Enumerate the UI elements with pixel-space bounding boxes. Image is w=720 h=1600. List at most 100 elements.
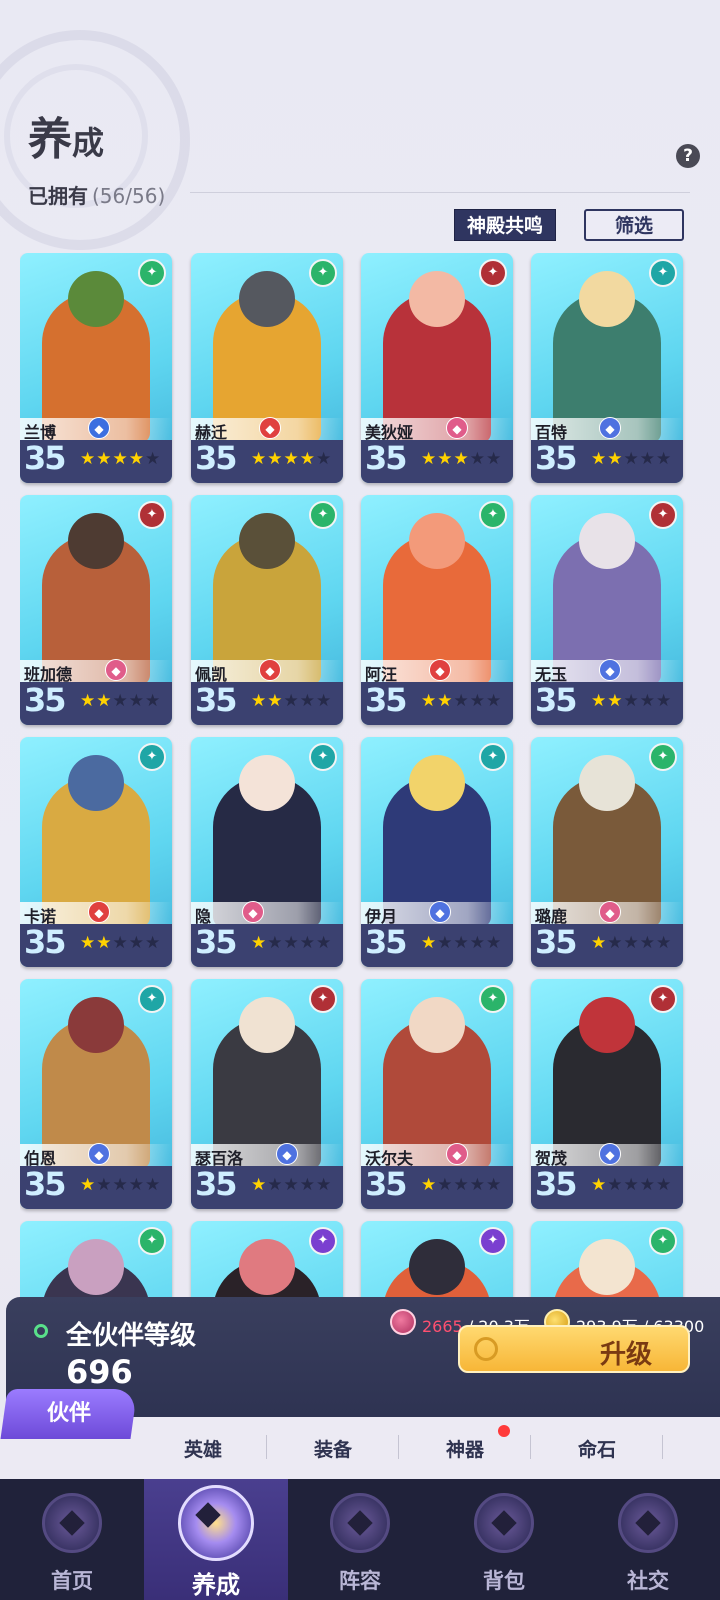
- tab-equipment[interactable]: 装备: [268, 1435, 398, 1462]
- star-filled-icon: ★: [607, 449, 624, 469]
- hero-card[interactable]: ✦ 美狄娅 ◆ 35 ★★★★★: [361, 253, 513, 483]
- star-empty-icon: ★: [128, 1175, 145, 1195]
- header-divider: [190, 192, 690, 193]
- star-empty-icon: ★: [299, 1175, 316, 1195]
- hero-class-icon: ◆: [599, 901, 621, 923]
- portrait-head-shape: [239, 1239, 295, 1295]
- star-empty-icon: ★: [316, 449, 333, 469]
- hero-class-icon: ◆: [429, 901, 451, 923]
- nav-home-label: 首页: [51, 1568, 93, 1593]
- level-indicator-icon: [34, 1324, 48, 1338]
- portrait-head-shape: [579, 513, 635, 569]
- hero-card[interactable]: ✦ 瑟百洛 ◆ 35 ★★★★★: [191, 979, 343, 1209]
- nav-formation[interactable]: 阵容: [288, 1479, 432, 1600]
- star-filled-icon: ★: [453, 449, 470, 469]
- hero-card[interactable]: ✦ 百特 ◆ 35 ★★★★★: [531, 253, 683, 483]
- hero-level: 35: [24, 923, 67, 961]
- portrait-head-shape: [68, 997, 124, 1053]
- tab-heroes[interactable]: 英雄: [138, 1435, 268, 1462]
- star-filled-icon: ★: [112, 449, 129, 469]
- hero-card[interactable]: ✦ 佩凯 ◆ 35 ★★★★★: [191, 495, 343, 725]
- tab-partners[interactable]: 伙伴: [4, 1395, 134, 1427]
- hero-card[interactable]: ✦ 贺茂 ◆ 35 ★★★★★: [531, 979, 683, 1209]
- hero-card[interactable]: ✦ 阿汪 ◆ 35 ★★★★★: [361, 495, 513, 725]
- faction-chaos-icon: ✦: [309, 985, 337, 1013]
- temple-resonance-button[interactable]: 神殿共鸣: [454, 209, 556, 241]
- star-empty-icon: ★: [283, 1175, 300, 1195]
- hero-class-icon: ◆: [242, 901, 264, 923]
- hero-card[interactable]: ✦ 无玉 ◆ 35 ★★★★★: [531, 495, 683, 725]
- hero-card[interactable]: ✦ 沃尔夫 ◆ 35 ★★★★★: [361, 979, 513, 1209]
- hero-star-rating: ★★★★★: [421, 1175, 502, 1195]
- star-empty-icon: ★: [607, 933, 624, 953]
- star-empty-icon: ★: [128, 691, 145, 711]
- portrait-head-shape: [68, 755, 124, 811]
- star-filled-icon: ★: [437, 691, 454, 711]
- hero-card[interactable]: ✦ 班加德 ◆ 35 ★★★★★: [20, 495, 172, 725]
- bulk-level-value: 696: [66, 1353, 133, 1391]
- nav-cultivate-label: 养成: [192, 1570, 240, 1599]
- hero-card[interactable]: ✦ 隐 ◆ 35 ★★★★★: [191, 737, 343, 967]
- hero-card[interactable]: ✦: [20, 1221, 172, 1298]
- portrait-head-shape: [409, 513, 465, 569]
- star-empty-icon: ★: [656, 1175, 673, 1195]
- hero-star-rating: ★★★★★: [251, 449, 332, 469]
- hero-card[interactable]: ✦: [191, 1221, 343, 1298]
- hero-card[interactable]: ✦ 璐鹿 ◆ 35 ★★★★★: [531, 737, 683, 967]
- nav-formation-label: 阵容: [339, 1568, 381, 1593]
- owned-count-label: 已拥有 (56/56): [28, 180, 165, 209]
- star-empty-icon: ★: [469, 691, 486, 711]
- faction-order-icon: ✦: [309, 743, 337, 771]
- hero-class-icon: ◆: [446, 1143, 468, 1165]
- star-empty-icon: ★: [437, 1175, 454, 1195]
- upgrade-button[interactable]: 升级: [458, 1325, 690, 1373]
- bottom-nav: 首页 养成 阵容 背包 社交: [0, 1479, 720, 1600]
- hero-level: 35: [195, 681, 238, 719]
- hero-card[interactable]: ✦: [531, 1221, 683, 1298]
- nav-bag[interactable]: 背包: [432, 1479, 576, 1600]
- star-empty-icon: ★: [316, 691, 333, 711]
- hero-card[interactable]: ✦: [361, 1221, 513, 1298]
- hero-card[interactable]: ✦ 卡诺 ◆ 35 ★★★★★: [20, 737, 172, 967]
- portrait-head-shape: [239, 271, 295, 327]
- nav-bag-label: 背包: [483, 1568, 525, 1593]
- tab-fate-stones[interactable]: 命石: [532, 1435, 662, 1462]
- star-empty-icon: ★: [299, 691, 316, 711]
- social-icon: [618, 1493, 678, 1553]
- nav-home[interactable]: 首页: [0, 1479, 144, 1600]
- star-empty-icon: ★: [469, 933, 486, 953]
- nav-social[interactable]: 社交: [576, 1479, 720, 1600]
- filter-button[interactable]: 筛选: [584, 209, 684, 241]
- hero-star-rating: ★★★★★: [421, 691, 502, 711]
- hero-level: 35: [365, 439, 408, 477]
- nav-cultivate[interactable]: 养成: [144, 1479, 288, 1600]
- star-empty-icon: ★: [639, 933, 656, 953]
- star-empty-icon: ★: [639, 449, 656, 469]
- star-empty-icon: ★: [486, 1175, 503, 1195]
- star-filled-icon: ★: [591, 1175, 608, 1195]
- hero-star-rating: ★★★★★: [80, 449, 161, 469]
- star-filled-icon: ★: [591, 691, 608, 711]
- star-empty-icon: ★: [145, 933, 162, 953]
- portrait-head-shape: [409, 271, 465, 327]
- hero-star-rating: ★★★★★: [251, 691, 332, 711]
- bag-icon: [474, 1493, 534, 1553]
- star-empty-icon: ★: [486, 691, 503, 711]
- hero-card[interactable]: ✦ 伊月 ◆ 35 ★★★★★: [361, 737, 513, 967]
- hero-class-icon: ◆: [259, 659, 281, 681]
- hero-card[interactable]: ✦ 赫迁 ◆ 35 ★★★★★: [191, 253, 343, 483]
- owned-label: 已拥有: [28, 184, 88, 208]
- tab-artifacts[interactable]: 神器: [400, 1435, 530, 1462]
- sub-tab-bar: 伙伴 英雄 装备 神器 命石: [0, 1389, 720, 1479]
- star-filled-icon: ★: [80, 933, 97, 953]
- pink-orb-current: 2665: [422, 1317, 463, 1336]
- faction-nature-icon: ✦: [138, 259, 166, 287]
- hero-card[interactable]: ✦ 兰博 ◆ 35 ★★★★★: [20, 253, 172, 483]
- portrait-head-shape: [68, 513, 124, 569]
- page-title: 养成: [28, 103, 104, 167]
- hero-card[interactable]: ✦ 伯恩 ◆ 35 ★★★★★: [20, 979, 172, 1209]
- star-empty-icon: ★: [656, 691, 673, 711]
- hero-star-rating: ★★★★★: [80, 691, 161, 711]
- help-icon[interactable]: ?: [676, 144, 700, 168]
- hero-grid: ✦ 兰博 ◆ 35 ★★★★★ ✦ 赫迁 ◆ 35 ★★★★★ ✦ 美狄娅 ◆ 35 ★★★★★ ✦ 百特 ◆ 35…: [20, 253, 700, 1298]
